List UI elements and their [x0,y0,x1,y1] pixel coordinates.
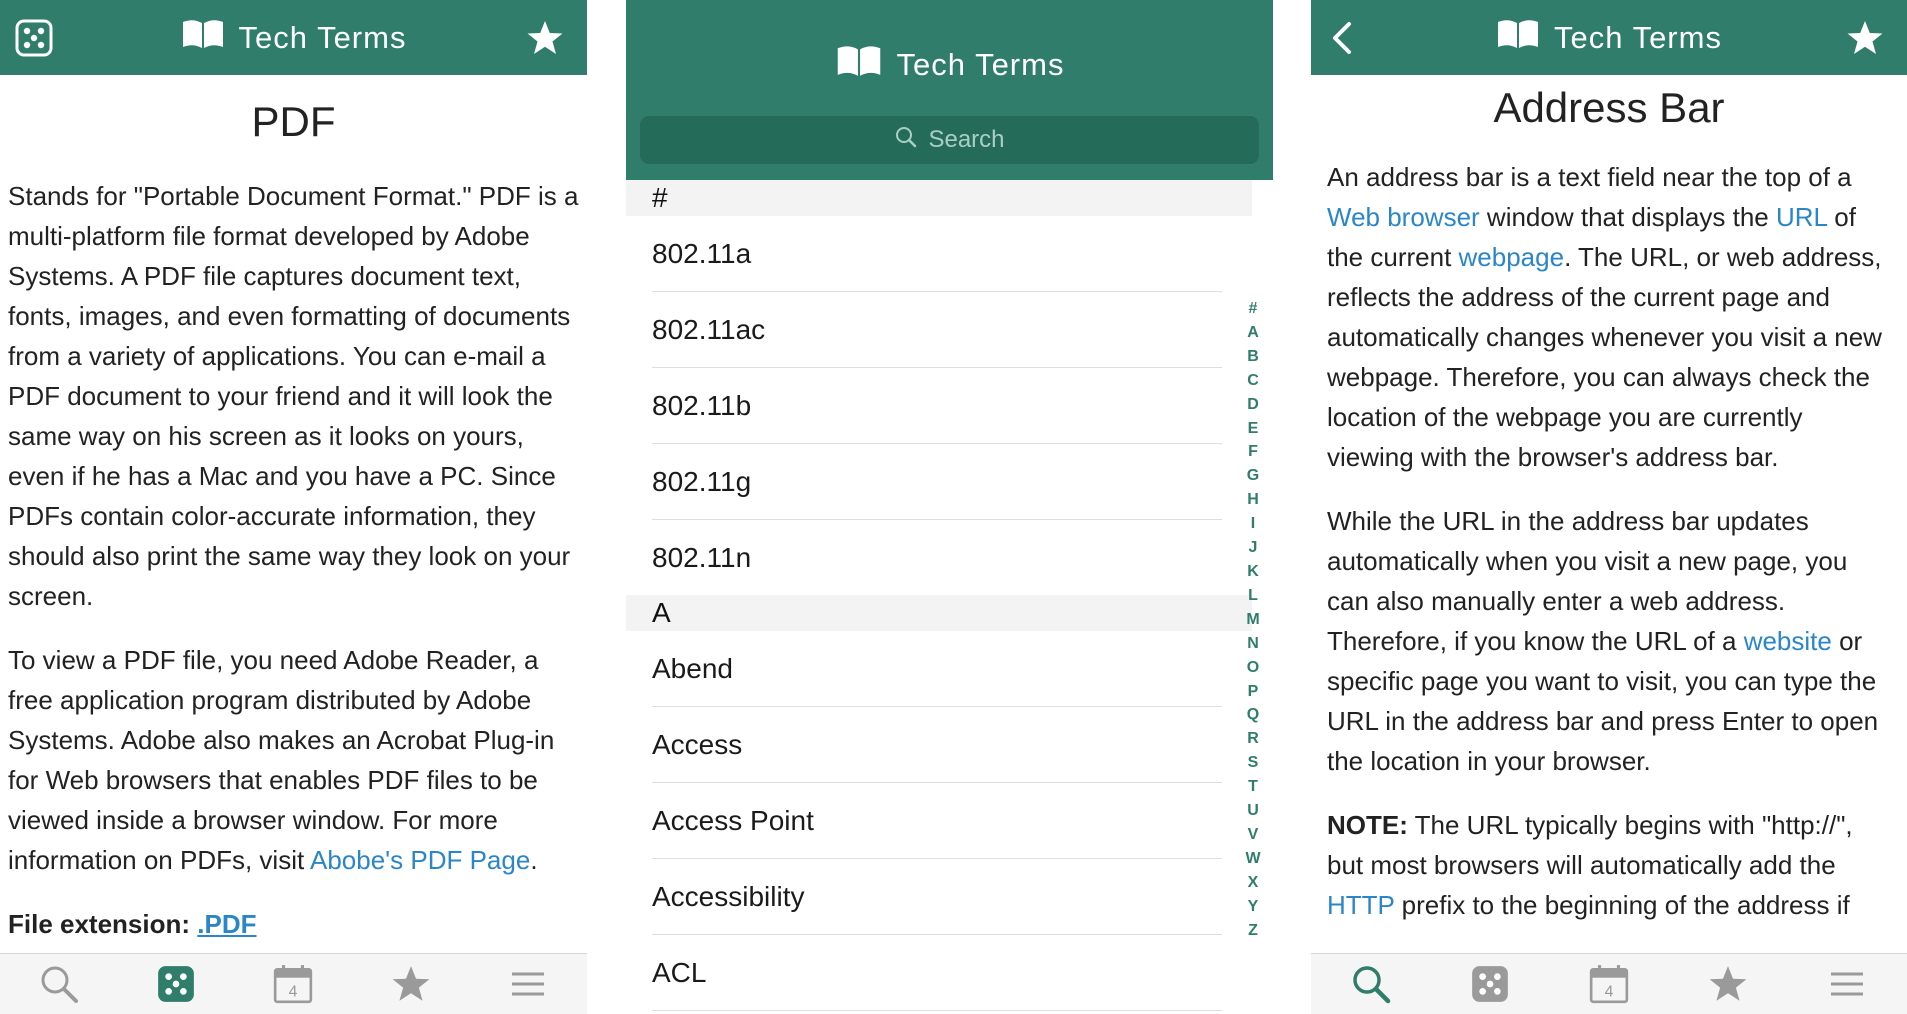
section-header: A [626,595,1252,631]
calendar-icon[interactable]: 4 [269,960,317,1008]
index-letter[interactable]: R [1247,727,1259,751]
list-item[interactable]: 802.11g [652,444,1222,520]
favorites-star-icon[interactable] [1704,960,1752,1008]
search-icon [894,125,918,156]
definition-paragraph: To view a PDF file, you need Adobe Reade… [8,645,555,875]
index-letter[interactable]: A [1247,321,1259,345]
index-letter[interactable]: U [1247,799,1259,823]
index-letter[interactable]: X [1248,871,1259,895]
note-label: NOTE: [1327,810,1408,840]
app-title: Tech Terms [1554,19,1722,55]
definition-paragraph: Stands for "Portable Document Format." P… [8,181,579,611]
index-letter[interactable]: O [1247,656,1259,680]
file-extension-link[interactable]: .PDF [197,909,256,939]
index-letter[interactable]: V [1248,823,1259,847]
index-letter[interactable]: S [1248,751,1259,775]
term-definition: Stands for "Portable Document Format." P… [8,176,579,968]
menu-icon[interactable] [1823,960,1871,1008]
favorites-star-icon[interactable] [387,960,435,1008]
book-icon [181,18,225,58]
search-placeholder: Search [928,126,1005,153]
svg-text:4: 4 [1605,984,1614,1001]
index-letter[interactable]: M [1246,608,1259,632]
index-letter[interactable]: F [1248,440,1258,464]
file-extension: File extension: .PDF [8,904,579,944]
url-link[interactable]: URL [1776,202,1827,232]
index-letter[interactable]: H [1247,488,1259,512]
definition-paragraph: NOTE: The URL typically begins with "htt… [1327,810,1853,920]
index-letter[interactable]: J [1249,536,1258,560]
calendar-icon[interactable]: 4 [1585,960,1633,1008]
index-letter[interactable]: C [1247,369,1259,393]
nav-bar: Tech Terms [1311,0,1907,75]
term-title: Address Bar [1493,84,1725,131]
index-letter[interactable]: T [1248,775,1258,799]
book-icon [835,44,883,86]
index-letter[interactable]: L [1248,584,1258,608]
app-title: Tech Terms [238,19,407,55]
list-item[interactable]: 802.11a [652,216,1222,292]
index-letter[interactable]: K [1247,560,1259,584]
list-item[interactable]: Accessibility [652,859,1222,935]
index-letter[interactable]: W [1245,847,1260,871]
list-item[interactable]: Access Point [652,783,1222,859]
list-item[interactable]: ACL [652,935,1222,1011]
web-browser-link[interactable]: Web browser [1327,202,1480,232]
list-item[interactable]: 802.11n [652,520,1222,595]
index-letter[interactable]: B [1247,345,1259,369]
file-extension-label: File extension: [8,909,191,939]
term-definition: An address bar is a text field near the … [1327,157,1891,949]
nav-title: Tech Terms [0,0,587,75]
nav-bar: Tech Terms Search [626,0,1273,180]
tab-bar: 4 [1311,953,1907,1014]
index-letter[interactable]: Y [1248,895,1259,919]
search-icon[interactable] [35,960,83,1008]
definition-paragraph: While the URL in the address bar updates… [1327,506,1879,776]
search-input[interactable]: Search [640,116,1259,164]
random-dice-icon[interactable] [1466,960,1514,1008]
list-item[interactable]: Abend [652,631,1222,707]
tab-bar: 4 [0,953,587,1014]
http-link[interactable]: HTTP [1327,890,1394,920]
app-title: Tech Terms [896,47,1065,82]
index-letter[interactable]: G [1247,464,1259,488]
favorite-star-icon[interactable] [525,18,565,58]
book-icon [1496,18,1540,58]
svg-text:4: 4 [289,984,298,1001]
favorite-star-icon[interactable] [1845,18,1885,58]
random-dice-icon[interactable] [152,960,200,1008]
website-link[interactable]: website [1744,626,1832,656]
term-detail-pdf: Tech Terms PDF Stands for "Portable Docu… [0,0,587,1014]
index-letter[interactable]: E [1248,417,1259,441]
section-header: # [626,180,1252,216]
list-item[interactable]: 802.11ac [652,292,1222,368]
term-detail-address-bar: Tech Terms Address Bar An address bar is… [1311,0,1907,1014]
index-letter[interactable]: Z [1248,919,1258,943]
pdf-page-link[interactable]: Abobe's PDF Page [310,845,530,875]
terms-list: # 802.11a 802.11ac 802.11b 802.11g 802.1… [626,180,1273,1014]
list-item[interactable]: Access [652,707,1222,783]
index-letter[interactable]: P [1248,680,1259,704]
index-letter[interactable]: N [1247,632,1259,656]
search-icon[interactable] [1347,960,1395,1008]
index-letter[interactable]: I [1251,512,1255,536]
nav-bar: Tech Terms [0,0,587,75]
terms-list-screen: Tech Terms Search # 802.11a 802.11ac 802… [626,0,1273,1014]
index-letter[interactable]: Q [1247,703,1259,727]
index-letter[interactable]: # [1249,297,1258,321]
definition-paragraph: An address bar is a text field near the … [1327,162,1882,472]
menu-icon[interactable] [504,960,552,1008]
list-item[interactable]: 802.11b [652,368,1222,444]
nav-title: Tech Terms [626,30,1273,100]
section-index[interactable]: # A B C D E F G H I J K L M N O P Q R S T U V W X Y Z [1233,297,1273,942]
nav-title: Tech Terms [1311,0,1907,75]
webpage-link[interactable]: webpage [1459,242,1565,272]
term-title: PDF [251,98,336,145]
index-letter[interactable]: D [1247,393,1259,417]
